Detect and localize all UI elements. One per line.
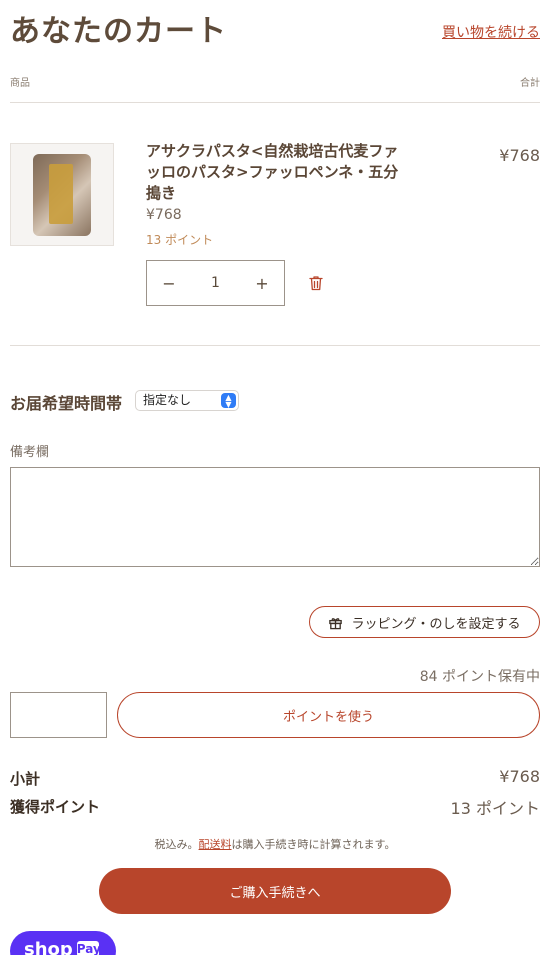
- page-title: あなたのカート: [10, 14, 227, 49]
- cart-page: あなたのカート 買い物を続ける 商品 合計 アサクラパスタ<自然栽培古代麦ファッ…: [0, 0, 550, 955]
- product-image[interactable]: [10, 143, 114, 246]
- tax-note-prefix: 税込み。: [154, 838, 199, 851]
- shipping-policy-link[interactable]: 配送料: [199, 838, 232, 851]
- shop-pay-badge: Pay: [76, 941, 101, 955]
- earned-points-label: 獲得ポイント: [10, 798, 101, 816]
- wrapping-button-label: ラッピング・のしを設定する: [351, 616, 521, 632]
- select-chevron-icon: ▲ ▼: [221, 393, 236, 409]
- header-divider: [10, 102, 540, 103]
- points-balance: 84 ポイント保有中: [419, 669, 540, 685]
- item-unit-price: ¥768: [146, 207, 182, 223]
- earned-points-value: 13 ポイント: [450, 799, 540, 818]
- item-divider: [10, 345, 540, 346]
- delivery-time-label: お届希望時間帯: [10, 394, 123, 413]
- shop-pay-label: shop: [24, 939, 73, 955]
- gift-icon: [329, 617, 343, 629]
- column-header-product: 商品: [10, 78, 30, 89]
- shop-pay-button[interactable]: shop Pay: [10, 931, 116, 955]
- item-line-total: ¥768: [499, 146, 540, 165]
- use-points-button[interactable]: ポイントを使う: [117, 692, 540, 738]
- item-points: 13 ポイント: [146, 233, 214, 247]
- quantity-decrease-button[interactable]: −: [147, 261, 191, 305]
- subtotal-value: ¥768: [499, 767, 540, 786]
- quantity-increase-button[interactable]: +: [240, 261, 284, 305]
- notes-textarea[interactable]: [10, 467, 540, 567]
- pasta-package-image: [33, 153, 91, 236]
- delivery-time-selected: 指定なし: [143, 393, 192, 407]
- product-name-link[interactable]: アサクラパスタ<自然栽培古代麦ファッロのパスタ>ファッロペンネ・五分搗き: [146, 141, 408, 204]
- points-input[interactable]: [10, 692, 107, 738]
- subtotal-label: 小計: [10, 770, 41, 788]
- column-header-total: 合計: [520, 78, 540, 89]
- continue-shopping-link[interactable]: 買い物を続ける: [442, 22, 540, 42]
- notes-label: 備考欄: [10, 445, 50, 460]
- checkout-button[interactable]: ご購入手続きへ: [99, 868, 451, 914]
- quantity-input[interactable]: 1: [191, 275, 240, 291]
- tax-note-suffix: は購入手続き時に計算されます。: [231, 838, 396, 851]
- tax-note: 税込み。配送料は購入手続き時に計算されます。: [0, 836, 550, 852]
- trash-icon[interactable]: [307, 274, 325, 292]
- wrapping-button[interactable]: ラッピング・のしを設定する: [309, 606, 540, 638]
- delivery-time-select[interactable]: 指定なし ▲ ▼: [135, 390, 239, 411]
- quantity-stepper: − 1 +: [146, 260, 285, 306]
